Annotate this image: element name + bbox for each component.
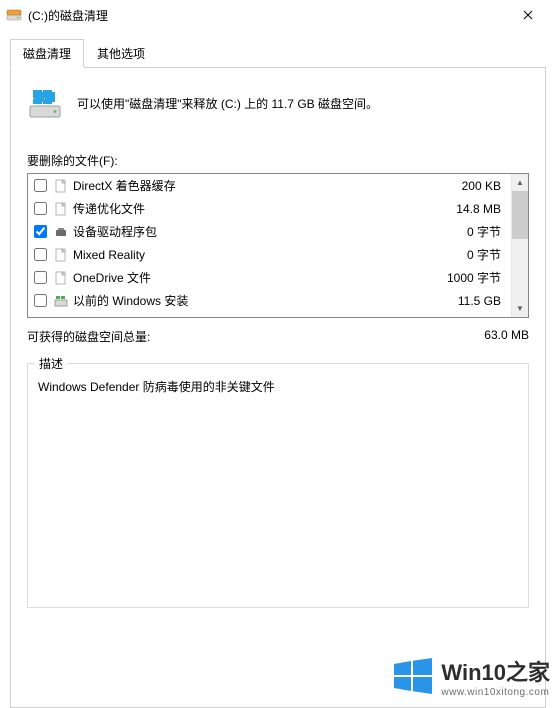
file-name: OneDrive 文件 [73,269,433,286]
file-checkbox[interactable] [34,225,47,238]
file-list: DirectX 着色器缓存 200 KB 传递优化文件 14.8 MB 设备驱动程序包0… [27,173,529,318]
scroll-up-button[interactable]: ▲ [512,174,528,191]
description-box: Windows Defender 防病毒使用的非关键文件 [27,363,529,608]
file-icon [53,178,69,194]
files-to-delete-label: 要删除的文件(F): [27,152,529,169]
file-size: 200 KB [437,179,507,193]
close-button[interactable] [505,0,550,30]
watermark: Win10之家 www.win10xitong.com [391,654,550,698]
file-checkbox[interactable] [34,294,47,307]
description-group: 描述 Windows Defender 防病毒使用的非关键文件 [27,363,529,608]
device-icon [53,224,69,240]
file-checkbox[interactable] [34,202,47,215]
scrollbar[interactable]: ▲ ▼ [511,174,528,317]
file-size: 11.5 GB [437,294,507,308]
intro-row: 可以使用"磁盘清理"来释放 (C:) 上的 11.7 GB 磁盘空间。 [27,86,529,122]
watermark-brand: Win10之家 [441,655,550,687]
list-item[interactable]: OneDrive 文件1000 字节 [28,266,511,289]
file-size: 1000 字节 [437,269,507,286]
winold-icon [53,293,69,309]
intro-text: 可以使用"磁盘清理"来释放 (C:) 上的 11.7 GB 磁盘空间。 [77,95,378,113]
tab-disk-cleanup[interactable]: 磁盘清理 [10,39,84,68]
drive-icon [6,7,22,23]
total-label: 可获得的磁盘空间总量: [27,328,484,345]
file-name: Mixed Reality [73,248,433,262]
watermark-url: www.win10xitong.com [441,687,549,698]
list-item[interactable]: 传递优化文件 14.8 MB [28,197,511,220]
file-checkbox[interactable] [34,271,47,284]
titlebar: (C:)的磁盘清理 [0,0,556,30]
scroll-down-button[interactable]: ▼ [512,300,528,317]
file-size: 14.8 MB [437,202,507,216]
tab-panel: 可以使用"磁盘清理"来释放 (C:) 上的 11.7 GB 磁盘空间。 要删除的… [10,68,546,708]
file-icon [53,270,69,286]
description-text: Windows Defender 防病毒使用的非关键文件 [38,378,518,395]
file-size: 0 字节 [437,246,507,263]
file-icon [53,201,69,217]
list-item[interactable]: 设备驱动程序包0 字节 [28,220,511,243]
windows-logo-icon [391,654,435,698]
file-name: 设备驱动程序包 [73,223,433,240]
list-item[interactable]: Mixed Reality 0 字节 [28,243,511,266]
total-value: 63.0 MB [484,328,529,345]
file-name: 以前的 Windows 安装 [73,292,433,309]
drive-large-icon [27,86,63,122]
file-checkbox[interactable] [34,179,47,192]
list-item[interactable]: DirectX 着色器缓存 200 KB [28,174,511,197]
total-row: 可获得的磁盘空间总量: 63.0 MB [27,328,529,345]
list-item[interactable]: 以前的 Windows 安装 11.5 GB [28,289,511,312]
scroll-track[interactable] [512,191,528,300]
window-title: (C:)的磁盘清理 [28,7,108,24]
file-icon [53,247,69,263]
file-size: 0 字节 [437,223,507,240]
file-name: 传递优化文件 [73,200,433,217]
tab-other-options[interactable]: 其他选项 [84,39,158,68]
file-name: DirectX 着色器缓存 [73,177,433,194]
tabs: 磁盘清理 其他选项 [10,38,546,68]
scroll-thumb[interactable] [512,191,528,239]
description-legend: 描述 [35,355,67,372]
file-checkbox[interactable] [34,248,47,261]
